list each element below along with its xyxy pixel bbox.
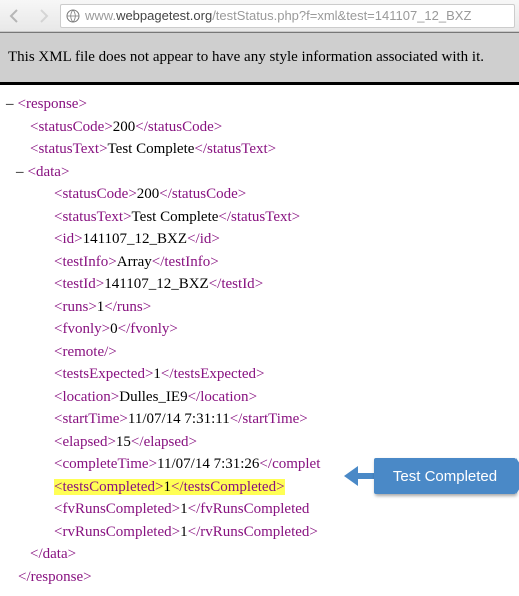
xml-no-style-banner: This XML file does not appear to have an… <box>0 32 519 85</box>
url-text: www.webpagetest.org/testStatus.php?f=xml… <box>85 8 471 23</box>
url-bar[interactable]: www.webpagetest.org/testStatus.php?f=xml… <box>60 4 515 28</box>
annotation-callout: Test Completed <box>344 458 514 496</box>
xml-tree: –<response> <statusCode>200</statusCode>… <box>0 85 519 596</box>
back-icon[interactable] <box>4 5 26 27</box>
toggle-icon[interactable]: – <box>6 93 14 116</box>
callout-label: Test Completed <box>374 458 516 494</box>
toggle-icon[interactable]: – <box>16 161 24 184</box>
browser-nav-bar: www.webpagetest.org/testStatus.php?f=xml… <box>0 0 519 32</box>
forward-icon[interactable] <box>32 5 54 27</box>
globe-icon <box>65 8 81 24</box>
arrow-left-icon <box>344 466 378 486</box>
